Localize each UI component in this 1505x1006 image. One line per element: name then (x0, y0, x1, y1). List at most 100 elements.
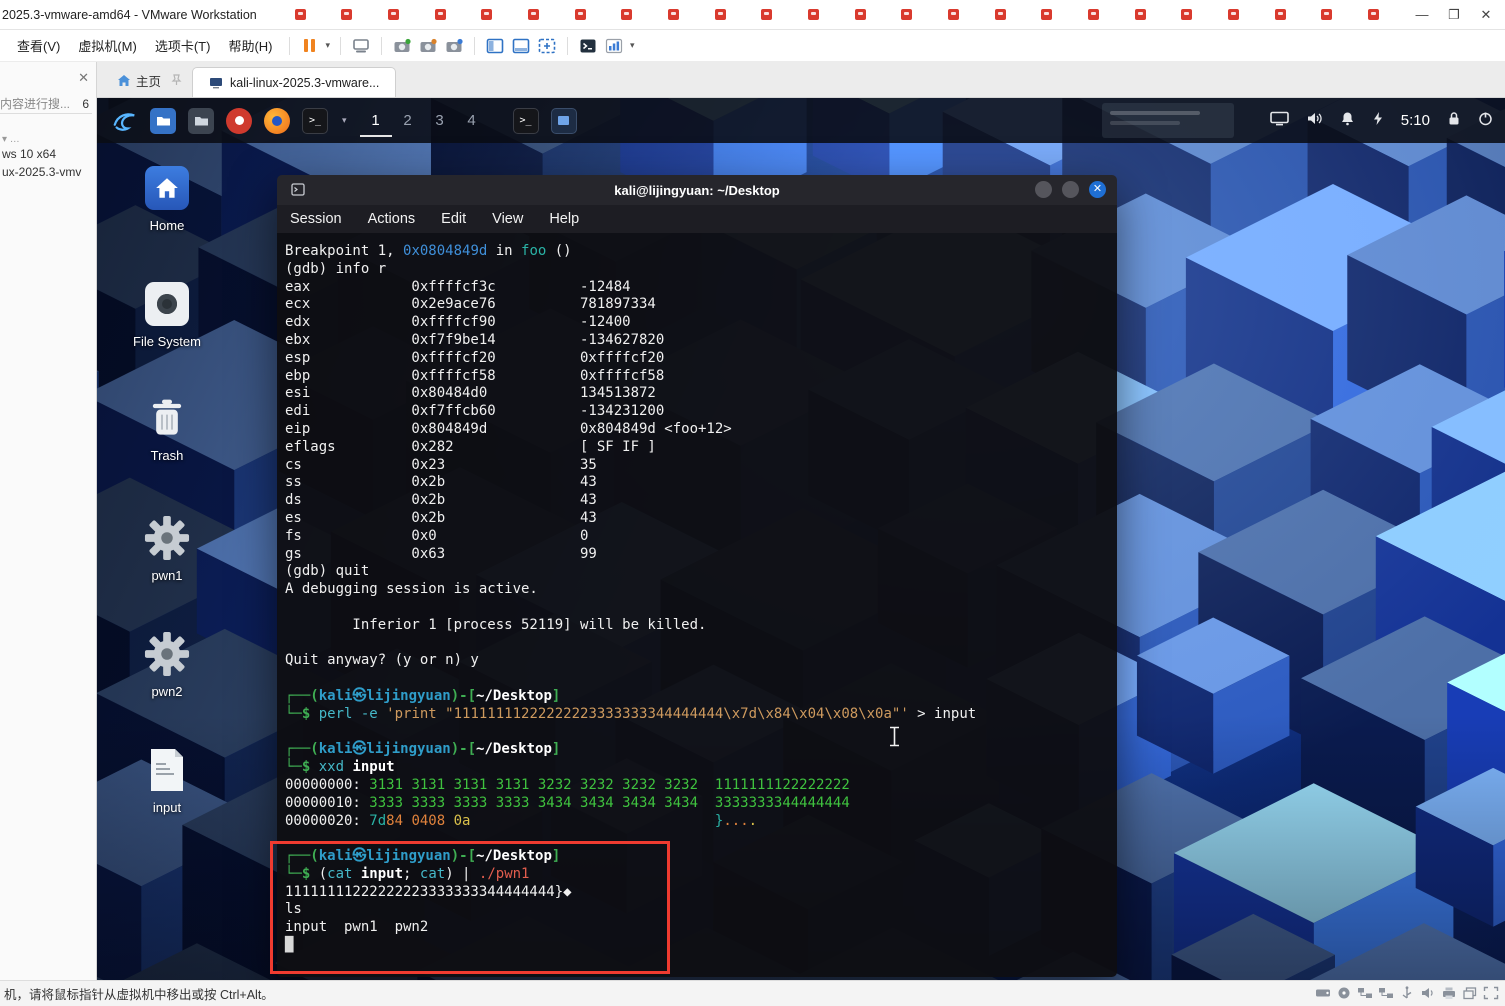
menu-tabs[interactable]: 选项卡(T) (146, 31, 220, 60)
sidebar-item-windows-vm[interactable]: ws 10 x64 (0, 145, 96, 163)
statusbar-message: 机，请将鼠标指针从虚拟机中移出或按 Ctrl+Alt。 (4, 988, 274, 1002)
desktop-icon-trash[interactable]: Trash (125, 394, 209, 463)
hdd-icon[interactable] (1315, 986, 1331, 1000)
red-app-icon (854, 9, 866, 20)
toolbar-separator (340, 36, 342, 55)
take-snapshot-icon[interactable] (389, 34, 415, 58)
desktop-icon-pwn1[interactable]: pwn1 (125, 514, 209, 583)
fullscreen-icon[interactable] (534, 34, 560, 58)
network-icon[interactable] (1357, 986, 1373, 1000)
suspend-button[interactable] (297, 34, 323, 58)
revert-snapshot-icon[interactable] (415, 34, 441, 58)
open-terminal-window-icon[interactable]: >_ (512, 107, 540, 135)
tab-kali-vm[interactable]: kali-linux-2025.3-vmware... (192, 67, 397, 97)
terminal-title: kali@lijingyuan: ~/Desktop (614, 182, 780, 198)
folder-icon[interactable] (187, 107, 215, 135)
sound-icon[interactable] (1420, 986, 1436, 1000)
notifications-bell-icon[interactable] (1340, 111, 1355, 131)
red-app-icon (667, 9, 679, 20)
show-thumbnail-bar-icon[interactable] (508, 34, 534, 58)
menu-help[interactable]: 帮助(H) (219, 31, 281, 60)
desktop-icon-label: pwn1 (151, 568, 183, 583)
vm-display[interactable]: >_ ▾ 1 2 3 4 >_ 5:10 Home File System Tr… (97, 98, 1505, 980)
desktop-icon-pwn2[interactable]: pwn2 (125, 630, 209, 699)
manage-snapshots-icon[interactable] (441, 34, 467, 58)
mouse-ibeam-cursor (888, 726, 901, 752)
terminal-launcher-icon[interactable]: >_ (301, 107, 329, 135)
network-icon[interactable] (1378, 986, 1394, 1000)
terminal-menu-edit[interactable]: Edit (441, 211, 466, 227)
printer-icon[interactable] (1441, 986, 1457, 1000)
minimize-button[interactable]: — (1409, 4, 1435, 26)
terminal-menu-help[interactable]: Help (549, 211, 579, 227)
power-manager-icon[interactable] (1372, 111, 1384, 131)
panel-clock[interactable]: 5:10 (1401, 112, 1430, 129)
red-app-icon (481, 9, 493, 20)
terminal-menu-view[interactable]: View (492, 211, 523, 227)
terminal-menubar: Session Actions Edit View Help (277, 205, 1117, 233)
sidebar-tree-node[interactable]: ▾ … (0, 134, 96, 145)
terminal-launcher-dropdown-icon[interactable]: ▾ (339, 115, 350, 126)
display-icon[interactable] (1269, 111, 1289, 131)
terminal-line: cs 0x23 35 (285, 456, 597, 473)
usb-icon[interactable] (1399, 986, 1415, 1000)
menu-view[interactable]: 查看(V) (8, 31, 69, 60)
cd-icon[interactable] (1336, 986, 1352, 1000)
fullscreen-exit-icon[interactable] (1483, 986, 1499, 1000)
terminal-line: A debugging session is active. (285, 581, 538, 598)
close-button[interactable]: ✕ (1473, 4, 1499, 26)
terminal-menu-actions[interactable]: Actions (368, 211, 416, 227)
pin-icon[interactable] (171, 73, 182, 97)
vmware-tabbar: 主页 kali-linux-2025.3-vmware... (97, 62, 1505, 98)
workspace-4[interactable]: 4 (456, 104, 488, 137)
file-manager-icon[interactable] (149, 107, 177, 135)
desktop-icon-label: Trash (150, 448, 184, 463)
desktop-icon-input[interactable]: input (125, 746, 209, 815)
screenshot-root: 2025.3-vmware-amd64 - VMware Workstation… (0, 0, 1505, 1006)
red-app-icon (621, 9, 633, 20)
annotation-highlight-box (270, 841, 670, 974)
workspace-2[interactable]: 2 (392, 104, 424, 137)
terminal-menu-session[interactable]: Session (290, 211, 342, 227)
power-icon[interactable] (1478, 111, 1493, 131)
show-library-icon[interactable] (482, 34, 508, 58)
workspace-1[interactable]: 1 (359, 104, 392, 137)
gear-icon (143, 630, 191, 678)
red-app-icon (947, 9, 959, 20)
chart-dropdown-icon[interactable]: ▾ (627, 40, 638, 51)
terminal-maximize-button[interactable] (1062, 181, 1079, 198)
performance-chart-icon[interactable] (601, 34, 627, 58)
kali-menu-icon[interactable] (111, 107, 139, 135)
firefox-icon[interactable] (263, 107, 291, 135)
restore-window-icon[interactable] (1462, 986, 1478, 1000)
library-sidebar: ✕ 内容进行搜... 6 ▾ … ws 10 x64 ux-2025.3-vmv (0, 62, 97, 980)
console-view-icon[interactable] (575, 34, 601, 58)
sidebar-item-kali-vm[interactable]: ux-2025.3-vmv (0, 163, 96, 181)
terminal-titlebar[interactable]: kali@lijingyuan: ~/Desktop ✕ (277, 175, 1117, 205)
terminal-minimize-button[interactable] (1035, 181, 1052, 198)
open-app-icon[interactable] (550, 107, 578, 135)
suspend-dropdown-icon[interactable]: ▾ (323, 40, 334, 51)
terminal-line: edi 0xf7ffcb60 -134231200 (285, 403, 665, 420)
sidebar-search[interactable]: 内容进行搜... 6 (0, 94, 92, 114)
maximize-button[interactable]: ❐ (1441, 4, 1467, 26)
desktop-icon-home[interactable]: Home (125, 164, 209, 233)
volume-icon[interactable] (1306, 111, 1323, 131)
desktop-icon-label: Home (149, 218, 185, 233)
statusbar-device-icons (1315, 986, 1499, 1000)
browser-icon[interactable] (225, 107, 253, 135)
toolbar-separator (474, 36, 476, 55)
desktop-icon-filesystem[interactable]: File System (125, 280, 209, 349)
terminal-close-button[interactable]: ✕ (1089, 181, 1106, 198)
red-app-icon (1274, 9, 1286, 20)
terminal-line: esp 0xffffcf20 0xffffcf20 (285, 349, 665, 366)
panel-status-area: 5:10 (1269, 111, 1493, 131)
send-ctrl-alt-del-icon[interactable] (348, 34, 374, 58)
vmware-titlebar: 2025.3-vmware-amd64 - VMware Workstation… (0, 0, 1505, 30)
red-app-icon (1041, 9, 1053, 20)
workspace-3[interactable]: 3 (424, 104, 456, 137)
lock-icon[interactable] (1447, 111, 1461, 131)
tab-home[interactable]: 主页 (111, 71, 171, 97)
menu-vm[interactable]: 虚拟机(M) (69, 31, 146, 60)
sidebar-close-icon[interactable]: ✕ (78, 70, 89, 86)
